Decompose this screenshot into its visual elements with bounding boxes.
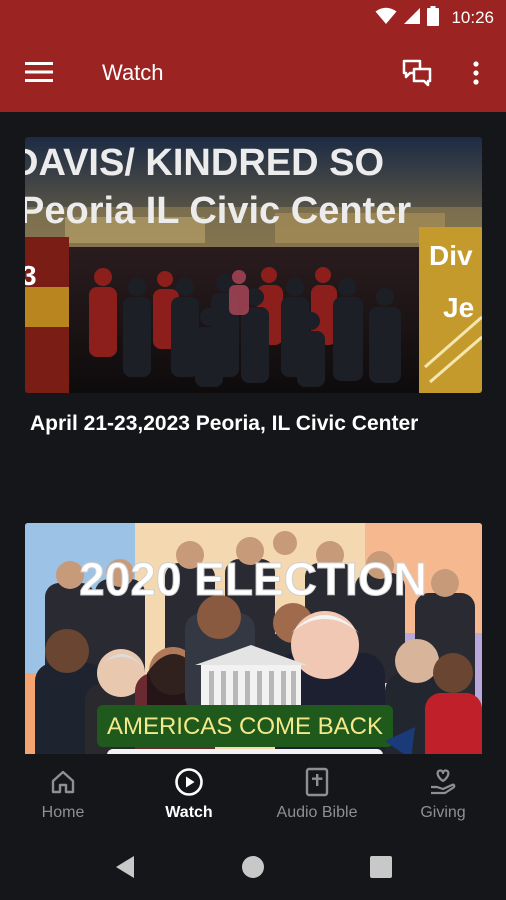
recents-icon <box>370 855 392 883</box>
nav-label: Watch <box>165 804 213 821</box>
status-time: 10:26 <box>451 8 494 27</box>
video-thumbnail[interactable]: 2020 ELECTION AMERICAS COME BACK <box>25 523 482 754</box>
nav-item-audio-bible[interactable]: Audio Bible <box>254 754 380 838</box>
thumbnail-text: AMERICAS COME BACK <box>107 713 383 740</box>
battery-icon <box>427 5 440 31</box>
more-options-button[interactable] <box>462 56 490 94</box>
chat-button[interactable] <box>398 56 436 94</box>
nav-label: Giving <box>420 804 466 821</box>
system-navigation-bar <box>0 838 506 900</box>
svg-text:3: 3 <box>25 260 37 291</box>
back-icon <box>114 855 136 884</box>
app-bar: Watch <box>0 36 506 112</box>
thumbnail-text: 2020 ELECTION <box>79 553 427 605</box>
bottom-navigation: Home Watch Audio Bible Giving <box>0 754 506 838</box>
cell-signal-icon <box>403 7 421 30</box>
menu-button[interactable] <box>22 58 56 90</box>
recents-button[interactable] <box>366 854 396 884</box>
nav-item-giving[interactable]: Giving <box>380 754 506 838</box>
nav-item-home[interactable]: Home <box>0 754 126 838</box>
home-system-button[interactable] <box>238 854 268 884</box>
thumbnail-text: Peoria IL Civic Center <box>25 190 411 232</box>
wifi-icon <box>375 7 397 30</box>
home-circle-icon <box>241 855 265 884</box>
status-icons: 10:26 <box>375 5 494 31</box>
nav-item-watch[interactable]: Watch <box>126 754 252 838</box>
back-button[interactable] <box>110 854 140 884</box>
bible-icon <box>302 767 332 797</box>
thumbnail-text: DAVIS/ KINDRED SO <box>25 142 384 184</box>
video-card[interactable]: 2020 ELECTION AMERICAS COME BACK <box>25 523 482 754</box>
video-thumbnail[interactable]: DAVIS/ KINDRED SO Peoria IL Civic Center… <box>25 137 482 393</box>
nav-label: Home <box>41 804 85 821</box>
more-vert-icon <box>473 60 479 90</box>
thumbnail-text: Div <box>429 240 473 271</box>
video-title[interactable]: April 21-23,2023 Peoria, IL Civic Center <box>30 409 470 438</box>
menu-icon <box>25 61 53 87</box>
nav-label: Audio Bible <box>276 804 358 821</box>
home-icon <box>48 767 78 797</box>
play-circle-icon <box>174 767 204 797</box>
status-bar: 10:26 <box>0 0 506 36</box>
video-feed[interactable]: DAVIS/ KINDRED SO Peoria IL Civic Center… <box>0 112 506 754</box>
page-title: Watch <box>102 60 164 85</box>
video-card[interactable]: DAVIS/ KINDRED SO Peoria IL Civic Center… <box>25 137 482 477</box>
chat-icon <box>402 59 432 92</box>
giving-hand-icon <box>428 767 458 797</box>
thumbnail-text: Je <box>443 292 474 323</box>
